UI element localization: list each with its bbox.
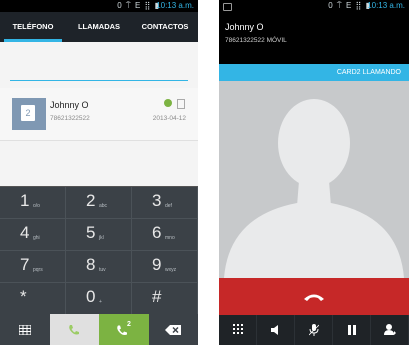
key-digit: #: [152, 287, 162, 306]
key-digit: 5: [86, 223, 96, 242]
key-star[interactable]: *: [0, 283, 66, 315]
key-6[interactable]: 6 mno: [132, 219, 198, 251]
dial-keypad: 1 o/o 2 abc 3 def 4 ghi 5 jkl 6 mno 7 pqrs 8 tuv…: [0, 186, 198, 315]
hide-keypad-button[interactable]: [0, 314, 50, 345]
key-letters: jkl: [99, 235, 104, 241]
key-digit: 9: [152, 255, 162, 274]
notification-icon: [223, 3, 232, 11]
key-8[interactable]: 8 tuv: [66, 251, 132, 283]
key-letters: +: [99, 299, 102, 305]
key-letters: o/o: [33, 203, 40, 209]
status-icons: 0 ⍑ E ⣿ ▮: [328, 1, 371, 10]
key-4[interactable]: 4 ghi: [0, 219, 66, 251]
call-controls: [219, 315, 409, 345]
pause-icon: [347, 325, 356, 335]
phone-icon: [69, 324, 80, 334]
contact-name: Johnny O: [50, 100, 89, 110]
delete-button[interactable]: [148, 314, 198, 345]
key-digit: 0: [86, 287, 96, 306]
keypad-icon: [18, 324, 31, 335]
key-letters: pqrs: [33, 267, 43, 273]
key-digit: 2: [86, 191, 96, 210]
status-icons: 0 ⍑ E ⣿ ▮: [117, 1, 160, 10]
sim-card-icon: 2: [21, 105, 35, 121]
key-hash[interactable]: #: [132, 283, 198, 315]
key-letters: mno: [165, 235, 175, 241]
key-5[interactable]: 5 jkl: [66, 219, 132, 251]
call-sim2-button[interactable]: 2: [99, 314, 149, 345]
end-call-button[interactable]: [219, 278, 409, 315]
dialpad-icon: [232, 324, 243, 334]
status-bar: 0 ⍑ E ⣿ ▮ 10:13 a.m.: [0, 0, 198, 12]
key-letters: tuv: [99, 267, 106, 273]
call-sim1-button[interactable]: [49, 314, 99, 345]
key-letters: wxyz: [165, 267, 177, 273]
status-time: 10:13 a.m.: [156, 1, 194, 10]
call-status-strip: CARD2 LLAMANDO: [219, 64, 409, 81]
key-2[interactable]: 2 abc: [66, 187, 132, 219]
key-digit: 3: [152, 191, 162, 210]
tab-telefono[interactable]: TELÉFONO: [0, 12, 66, 42]
caller-header: Johnny O 78621322522 MÓVIL: [219, 12, 409, 64]
key-letters: def: [165, 203, 172, 209]
caller-name: Johnny O: [225, 22, 264, 32]
microphone-mute-icon: [308, 324, 319, 336]
tab-bar: TELÉFONO LLAMADAS CONTACTOS: [0, 12, 198, 42]
hang-up-icon: [304, 294, 324, 301]
speaker-button[interactable]: [257, 315, 295, 345]
mute-button[interactable]: [295, 315, 333, 345]
contact-date: 2013-04-12: [152, 115, 186, 122]
key-letters: ghi: [33, 235, 40, 241]
contact-suggestion[interactable]: 2 Johnny O 78621322522 2013-04-12: [0, 88, 198, 141]
dialer-action-bar: 2: [0, 314, 198, 345]
key-3[interactable]: 3 def: [132, 187, 198, 219]
key-digit: 6: [152, 223, 162, 242]
status-time: 10:13 a.m.: [367, 1, 405, 10]
caller-number: 78621322522 MÓVIL: [225, 37, 287, 44]
key-7[interactable]: 7 pqrs: [0, 251, 66, 283]
dialer-screen: 0 ⍑ E ⣿ ▮ 10:13 a.m. TELÉFONO LLAMADAS C…: [0, 0, 198, 345]
key-digit: 8: [86, 255, 96, 274]
speaker-icon: [270, 325, 278, 335]
key-9[interactable]: 9 wxyz: [132, 251, 198, 283]
tab-contactos[interactable]: CONTACTOS: [132, 12, 198, 42]
hold-button[interactable]: [333, 315, 371, 345]
contact-avatar: 2: [12, 98, 46, 130]
key-digit: 4: [20, 223, 30, 242]
sim-number: 2: [25, 108, 31, 118]
backspace-icon: [165, 324, 182, 335]
dialpad-button[interactable]: [219, 315, 257, 345]
key-1[interactable]: 1 o/o: [0, 187, 66, 219]
phone-green-icon: [164, 99, 172, 107]
note-icon: [177, 99, 185, 109]
calling-screen: 0 ⍑ E ⣿ ▮ 10:13 a.m. Johnny O 7862132252…: [219, 0, 409, 345]
contact-photo-placeholder: [219, 81, 409, 278]
tab-llamadas[interactable]: LLAMADAS: [66, 12, 132, 42]
key-letters: abc: [99, 203, 108, 209]
key-digit: 7: [20, 255, 30, 274]
person-silhouette-icon: [224, 99, 404, 278]
sim2-label: 2: [127, 321, 131, 328]
contact-number: 78621322522: [50, 115, 90, 122]
status-bar: 0 ⍑ E ⣿ ▮ 10:13 a.m.: [219, 0, 409, 12]
number-input-underline[interactable]: [10, 80, 188, 81]
key-digit: 1: [20, 191, 30, 210]
add-person-icon: [383, 324, 396, 335]
key-digit: *: [20, 287, 27, 306]
add-call-button[interactable]: [371, 315, 409, 345]
key-0[interactable]: 0 +: [66, 283, 132, 315]
